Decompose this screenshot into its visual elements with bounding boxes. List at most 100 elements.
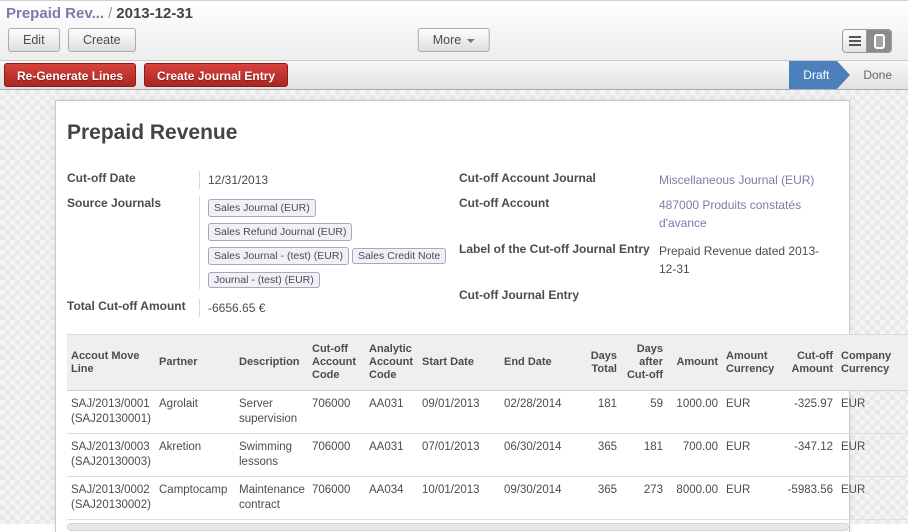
cutoff-account-link[interactable]: 487000 Produits constatés d'avance <box>659 196 834 232</box>
col-header-account-move-line: Accout Move Line <box>67 335 155 391</box>
cell-analytic-code: AA031 <box>365 434 418 477</box>
more-label: More <box>433 33 461 47</box>
regenerate-lines-button[interactable]: Re-Generate Lines <box>4 63 136 87</box>
col-header-start-date: Start Date <box>418 335 500 391</box>
cutoff-account-journal-link[interactable]: Miscellaneous Journal (EUR) <box>659 171 814 189</box>
breadcrumb-separator: / <box>104 5 116 22</box>
journal-tag[interactable]: Sales Journal (EUR) <box>208 199 316 217</box>
cell-cutoff-amount: -325.97 <box>774 391 837 434</box>
source-journals-label: Source Journals <box>67 196 199 210</box>
form-sheet: Prepaid Revenue Cut-off Date 12/31/2013 … <box>55 100 850 532</box>
cell-start-date: 09/01/2013 <box>418 391 500 434</box>
table-row[interactable]: SAJ/2013/0001 (SAJ20130001) Agrolait Ser… <box>67 391 908 434</box>
table-row[interactable]: SAJ/2013/0002 (SAJ20130002) Camptocamp M… <box>67 477 908 520</box>
status-draft: Draft <box>789 61 837 89</box>
col-header-cutoff-account-code: Cut-off Account Code <box>308 335 365 391</box>
cutoff-lines-table: Accout Move Line Partner Description Cut… <box>67 334 838 531</box>
col-header-cutoff-amount: Cut-off Amount <box>774 335 837 391</box>
cutoff-date-value: 12/31/2013 <box>199 171 268 189</box>
page-title: Prepaid Revenue <box>67 121 838 145</box>
col-header-partner: Partner <box>155 335 235 391</box>
form-view-button[interactable] <box>867 30 891 52</box>
breadcrumb: Prepaid Rev.../2013-12-31 <box>0 1 908 24</box>
cell-end-date: 02/28/2014 <box>500 391 583 434</box>
col-header-analytic-account-code: Analytic Account Code <box>365 335 418 391</box>
edit-button[interactable]: Edit <box>8 28 60 52</box>
list-view-icon <box>849 36 861 38</box>
cell-company-currency: EUR <box>837 477 908 520</box>
form-view-icon <box>874 34 885 49</box>
col-header-end-date: End Date <box>500 335 583 391</box>
total-cutoff-amount-label: Total Cut-off Amount <box>67 299 199 313</box>
cell-company-currency: EUR <box>837 391 908 434</box>
cutoff-account-journal-label: Cut-off Account Journal <box>459 171 659 185</box>
cell-days-total: 181 <box>583 391 621 434</box>
create-journal-entry-button[interactable]: Create Journal Entry <box>144 63 288 87</box>
total-cutoff-amount-value: -6656.65 € <box>199 299 265 317</box>
field-group-left: Cut-off Date 12/31/2013 Source Journals … <box>67 171 459 324</box>
cell-days-after: 59 <box>621 391 667 434</box>
cell-cutoff-amount: -5983.56 <box>774 477 837 520</box>
cell-days-total: 365 <box>583 477 621 520</box>
cutoff-date-label: Cut-off Date <box>67 171 199 185</box>
create-button[interactable]: Create <box>68 28 136 52</box>
col-header-days-total: Days Total <box>583 335 621 391</box>
field-group-right: Cut-off Account Journal Miscellaneous Jo… <box>459 171 838 324</box>
cell-move-line: SAJ/2013/0001 (SAJ20130001) <box>67 391 155 434</box>
more-dropdown-button[interactable]: More <box>418 28 490 52</box>
horizontal-scrollbar[interactable] <box>67 523 849 531</box>
cell-account-code: 706000 <box>308 434 365 477</box>
cutoff-account-label: Cut-off Account <box>459 196 659 210</box>
journal-tag[interactable]: Sales Journal - (test) (EUR) <box>208 247 349 265</box>
journal-entry-label-value: Prepaid Revenue dated 2013-12-31 <box>659 242 834 278</box>
cell-partner: Camptocamp <box>155 477 235 520</box>
cell-description: Server supervision <box>235 391 308 434</box>
table-row[interactable]: SAJ/2013/0003 (SAJ20130003) Akretion Swi… <box>67 434 908 477</box>
col-header-description: Description <box>235 335 308 391</box>
status-indicator: Draft Done <box>789 61 908 89</box>
breadcrumb-parent-link[interactable]: Prepaid Rev... <box>6 5 104 22</box>
cell-amount: 700.00 <box>667 434 722 477</box>
cell-days-after: 273 <box>621 477 667 520</box>
journal-entry-label-label: Label of the Cut-off Journal Entry <box>459 242 659 256</box>
view-switcher <box>842 29 892 53</box>
cell-amount-currency: EUR <box>722 477 774 520</box>
journal-tag[interactable]: Sales Refund Journal (EUR) <box>208 223 352 241</box>
col-header-company-currency: Company Currency <box>837 335 908 391</box>
breadcrumb-current: 2013-12-31 <box>116 5 193 22</box>
cell-move-line: SAJ/2013/0003 (SAJ20130003) <box>67 434 155 477</box>
cell-description: Swimming lessons <box>235 434 308 477</box>
cell-end-date: 09/30/2014 <box>500 477 583 520</box>
status-bar: Re-Generate Lines Create Journal Entry D… <box>0 60 908 90</box>
cell-amount: 1000.00 <box>667 391 722 434</box>
cell-start-date: 07/01/2013 <box>418 434 500 477</box>
col-header-amount-currency: Amount Currency <box>722 335 774 391</box>
list-view-button[interactable] <box>843 30 867 52</box>
work-area: Prepaid Revenue Cut-off Date 12/31/2013 … <box>0 90 908 524</box>
cell-company-currency: EUR <box>837 434 908 477</box>
cell-start-date: 10/01/2013 <box>418 477 500 520</box>
cell-amount: 8000.00 <box>667 477 722 520</box>
cell-account-code: 706000 <box>308 477 365 520</box>
cell-end-date: 06/30/2014 <box>500 434 583 477</box>
cell-account-code: 706000 <box>308 391 365 434</box>
cell-partner: Agrolait <box>155 391 235 434</box>
source-journals-tags: Sales Journal (EUR) Sales Refund Journal … <box>199 196 451 289</box>
cell-days-total: 365 <box>583 434 621 477</box>
cutoff-journal-entry-label: Cut-off Journal Entry <box>459 288 659 302</box>
col-header-amount: Amount <box>667 335 722 391</box>
field-groups: Cut-off Date 12/31/2013 Source Journals … <box>67 171 838 324</box>
cell-analytic-code: AA034 <box>365 477 418 520</box>
table-header-row: Accout Move Line Partner Description Cut… <box>67 335 908 391</box>
cell-description: Maintenance contract <box>235 477 308 520</box>
cell-move-line: SAJ/2013/0002 (SAJ20130002) <box>67 477 155 520</box>
status-done: Done <box>851 68 908 82</box>
cell-analytic-code: AA031 <box>365 391 418 434</box>
cell-amount-currency: EUR <box>722 391 774 434</box>
cell-amount-currency: EUR <box>722 434 774 477</box>
cell-partner: Akretion <box>155 434 235 477</box>
cell-cutoff-amount: -347.12 <box>774 434 837 477</box>
chevron-down-icon <box>467 39 475 43</box>
toolbar: Edit Create More <box>0 24 908 60</box>
col-header-days-after-cutoff: Days after Cut-off <box>621 335 667 391</box>
